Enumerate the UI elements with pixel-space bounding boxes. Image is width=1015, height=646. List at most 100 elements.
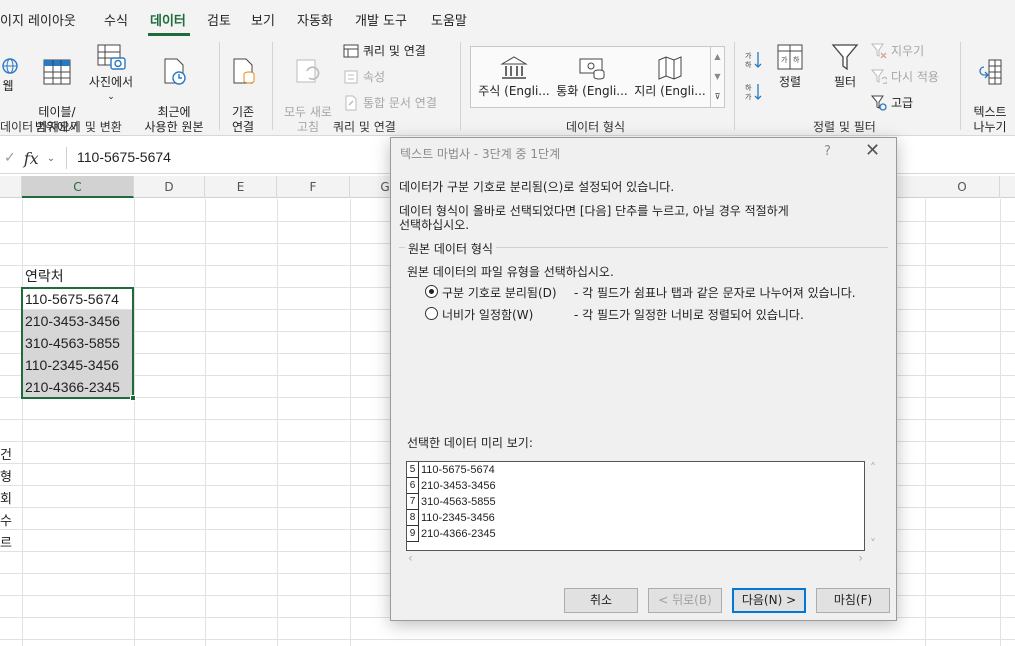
text-to-columns-button[interactable]: 텍스트 나누기 — [968, 42, 1012, 150]
close-icon[interactable]: ✕ — [865, 140, 880, 161]
scroll-down-icon[interactable]: ˅ — [865, 537, 881, 551]
svg-text:가: 가 — [745, 51, 752, 60]
delimited-label[interactable]: 구분 기호로 분리됨(D) — [442, 284, 557, 301]
sort-descending-button[interactable]: 하가 — [745, 82, 763, 102]
reapply-button[interactable]: 다시 적용 — [871, 68, 939, 85]
preview-horizontal-scrollbar[interactable]: ‹ › — [406, 551, 865, 565]
column-header-o[interactable]: O — [925, 176, 1000, 198]
ribbon-tabs: 이지 레이아웃 수식 데이터 검토 보기 자동화 개발 도구 도움말 — [0, 0, 1015, 36]
geography-button[interactable]: 지리 (Engli... — [633, 55, 707, 99]
next-button[interactable]: 다음(N) > — [732, 588, 806, 613]
tab-data[interactable]: 데이터 — [150, 10, 186, 29]
scroll-left-icon[interactable]: ‹ — [408, 551, 413, 565]
advanced-filter-icon — [871, 95, 887, 111]
preview-row-value: 110-5675-5674 — [421, 464, 495, 476]
ribbon-separator — [960, 42, 961, 130]
tab-developer[interactable]: 개발 도구 — [355, 10, 407, 29]
recent-sources-button[interactable]: 최근에 사용한 원본 — [141, 42, 207, 150]
preview-row-number: 5 — [407, 462, 419, 478]
gallery-more-icon[interactable]: ⊽ — [710, 87, 724, 107]
partial-cell-text: 형 — [0, 470, 12, 485]
from-web-button[interactable]: 웹 — [0, 44, 20, 94]
fill-handle[interactable] — [130, 395, 136, 401]
from-picture-button[interactable]: 사진에서 ⌄ — [86, 42, 136, 105]
back-button[interactable]: < 뒤로(B) — [648, 588, 722, 613]
preview-row: 9 210-4366-2345 — [407, 526, 864, 542]
column-header-f[interactable]: F — [277, 176, 350, 198]
table-icon — [43, 59, 71, 85]
preview-row: 6 210-3453-3456 — [407, 478, 864, 494]
preview-row-number: 8 — [407, 510, 419, 526]
delimited-radio[interactable] — [425, 285, 438, 298]
fx-icon[interactable]: fx — [24, 149, 39, 168]
filter-button[interactable]: 필터 — [826, 42, 864, 90]
preview-row-value: 110-2345-3456 — [421, 512, 495, 524]
ribbon-separator — [734, 42, 735, 130]
preview-row: 7 310-4563-5855 — [407, 494, 864, 510]
column-header-e[interactable]: E — [205, 176, 277, 198]
scroll-right-icon[interactable]: › — [858, 551, 863, 565]
sort-dialog-icon: 가하 — [777, 44, 803, 70]
cancel-button[interactable]: 취소 — [564, 588, 638, 613]
intro-line-3: 선택하십시오. — [399, 218, 470, 232]
intro-line-1: 데이터가 구분 기호로 분리됨(으)로 설정되어 있습니다. — [399, 180, 675, 194]
group-label-data-types: 데이터 형식 — [566, 120, 626, 134]
formula-controls: ✓ fx ⌄ — [0, 146, 66, 170]
column-header-c[interactable]: C — [22, 176, 134, 198]
bank-icon — [500, 56, 528, 79]
column-header-d[interactable]: D — [134, 176, 205, 198]
tab-review[interactable]: 검토 — [207, 10, 231, 29]
gallery-scroll-down-icon[interactable]: ▼ — [710, 67, 724, 87]
sort-button[interactable]: 가하 정렬 — [773, 42, 807, 90]
queries-connections-button[interactable]: 쿼리 및 연결 — [343, 42, 426, 59]
tab-view[interactable]: 보기 — [251, 10, 275, 29]
cell-header-contact[interactable]: 연락처 — [22, 265, 134, 287]
map-icon — [658, 56, 682, 80]
tab-page-layout[interactable]: 이지 레이아웃 — [0, 10, 76, 29]
preview-row-number: 7 — [407, 494, 419, 510]
data-preview[interactable]: 5 110-5675-5674 6 210-3453-3456 7 310-45… — [406, 461, 865, 551]
delimited-description: - 각 필드가 쉼표나 탭과 같은 문자로 나누어져 있습니다. — [574, 286, 856, 300]
preview-vertical-scrollbar[interactable]: ˄ ˅ — [865, 461, 881, 551]
selection-border — [21, 287, 134, 399]
edit-links-button[interactable]: 통합 문서 연결 — [343, 94, 437, 111]
finish-button[interactable]: 마침(F) — [816, 588, 890, 613]
partial-cell-text: 르 — [0, 536, 12, 551]
sort-ascending-button[interactable]: 가하 — [745, 50, 763, 70]
currency-icon — [579, 58, 605, 80]
gallery-scroll-up-icon[interactable]: ▲ — [710, 47, 724, 67]
svg-text:하: 하 — [793, 55, 800, 64]
stocks-button[interactable]: 주식 (Engli... — [477, 55, 551, 99]
tab-formulas[interactable]: 수식 — [104, 10, 128, 29]
chevron-down-icon[interactable]: ⌄ — [47, 153, 55, 164]
properties-button[interactable]: 속성 — [343, 68, 385, 85]
preview-row-value: 210-3453-3456 — [421, 480, 496, 492]
refresh-all-button[interactable]: 모두 새로 고침 — [279, 42, 337, 150]
scroll-up-icon[interactable]: ˄ — [865, 461, 881, 475]
check-icon[interactable]: ✓ — [4, 150, 16, 166]
fieldset-prompt: 원본 데이터의 파일 유형을 선택하십시오. — [407, 265, 614, 279]
text-to-columns-icon — [979, 59, 1002, 85]
formula-input[interactable]: 110-5675-5674 — [77, 149, 171, 165]
svg-text:하: 하 — [745, 83, 752, 92]
fixed-width-label[interactable]: 너비가 일정함(W) — [442, 306, 533, 323]
data-types-gallery: 주식 (Engli... 통화 (Engli... 지리 (Engli... ▲… — [470, 46, 725, 108]
partial-cell-text: 수 — [0, 514, 12, 529]
currencies-button[interactable]: 통화 (Engli... — [555, 55, 629, 99]
fixed-width-radio[interactable] — [425, 307, 438, 320]
existing-connections-icon — [233, 58, 255, 84]
advanced-filter-button[interactable]: 고급 — [871, 94, 913, 111]
column-header-partial[interactable] — [0, 176, 22, 198]
group-label-sort-filter: 정렬 및 필터 — [813, 120, 876, 134]
preview-row-number: 9 — [407, 526, 419, 542]
preview-row-value: 210-4366-2345 — [421, 528, 496, 540]
ribbon-separator — [460, 42, 461, 130]
existing-connections-button[interactable]: 기존 연결 — [225, 42, 261, 150]
ribbon-separator — [219, 42, 220, 130]
tab-automate[interactable]: 자동화 — [297, 10, 333, 29]
help-icon[interactable]: ? — [824, 144, 831, 159]
clear-filter-button[interactable]: 지우기 — [871, 42, 924, 59]
filter-icon — [831, 44, 859, 71]
tab-help[interactable]: 도움말 — [431, 10, 467, 29]
ribbon: 웹 테이블/ 범위에서 사진에서 ⌄ 최근에 사용한 원본 데이터 가져오기 및… — [0, 36, 1015, 136]
